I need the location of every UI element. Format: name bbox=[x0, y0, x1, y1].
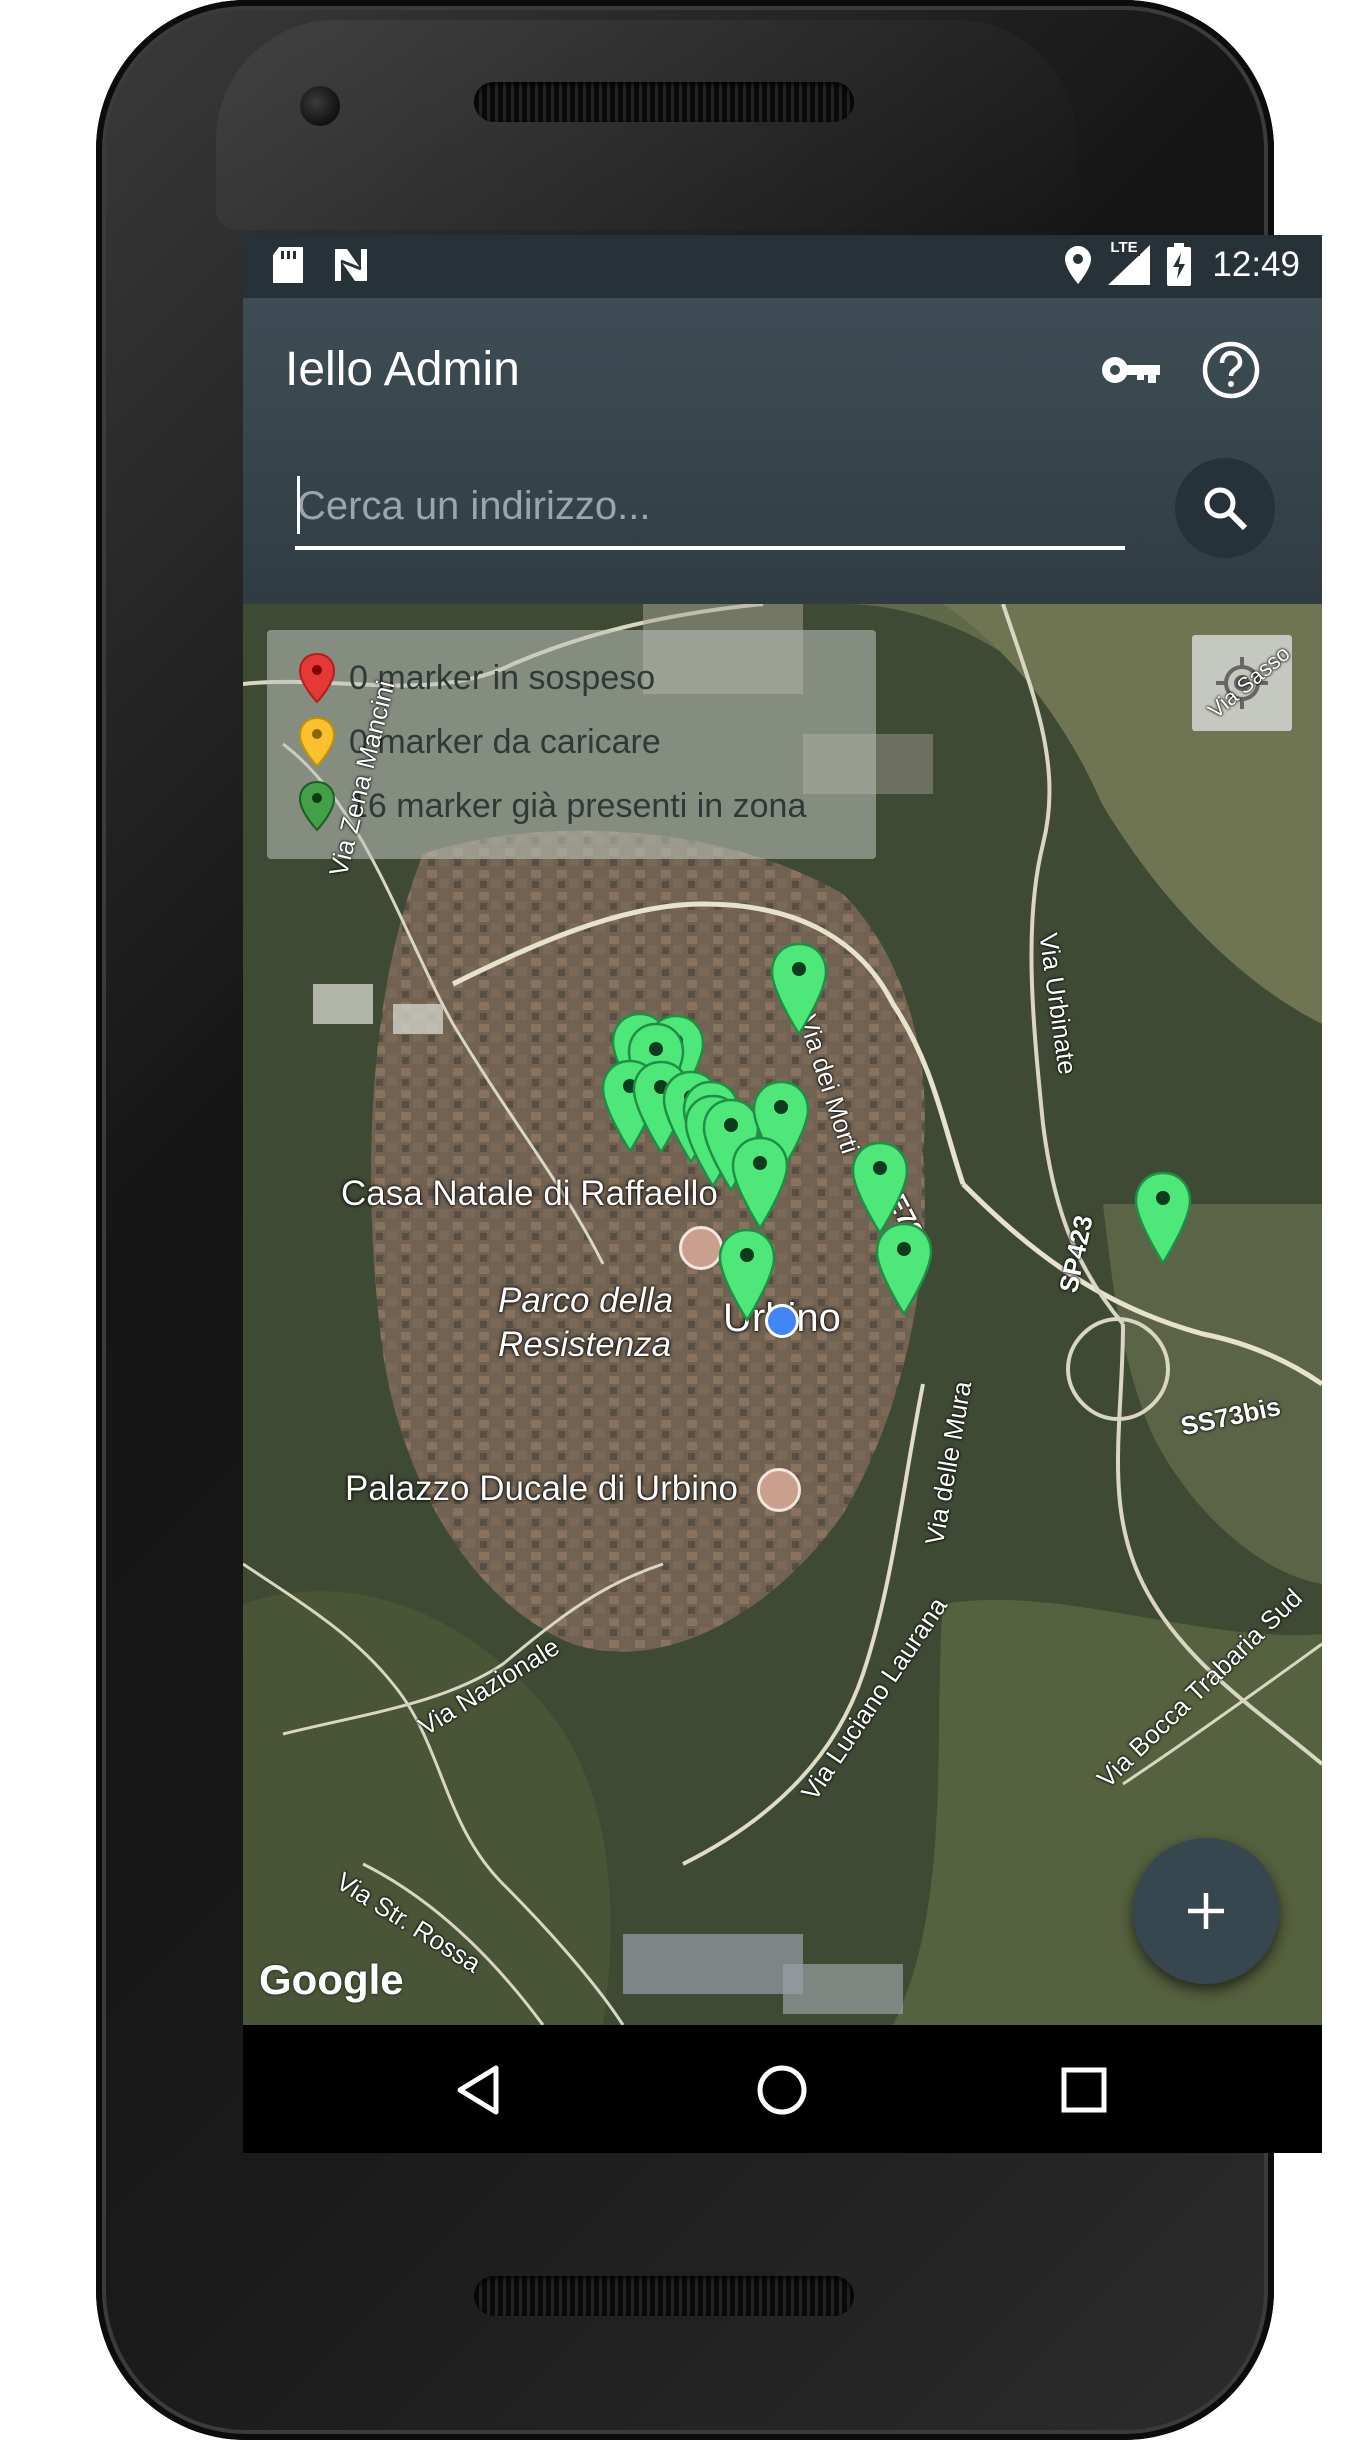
google-attribution: Google bbox=[259, 1956, 404, 2003]
sd-card-icon bbox=[273, 247, 303, 283]
map-marker[interactable] bbox=[874, 1222, 934, 1318]
network-type: LTE bbox=[1108, 239, 1140, 256]
phone-glare bbox=[216, 20, 1076, 230]
legend-label-existing: 16 marker già presenti in zona bbox=[349, 786, 807, 825]
place-label: Palazzo Ducale di Urbino bbox=[345, 1469, 738, 1508]
place-label: Parco della bbox=[498, 1281, 674, 1320]
back-icon bbox=[457, 2065, 499, 2115]
add-marker-button[interactable] bbox=[1133, 1838, 1279, 1984]
n-notification-icon bbox=[335, 249, 367, 281]
museum-icon bbox=[757, 1468, 801, 1512]
location-icon bbox=[1065, 246, 1092, 284]
bottom-speaker bbox=[474, 2276, 854, 2316]
legend-row-pending: 0 marker in sospeso bbox=[297, 652, 655, 704]
text-cursor bbox=[297, 476, 300, 534]
home-icon bbox=[757, 2065, 807, 2115]
green-marker-icon bbox=[298, 780, 336, 832]
search-input[interactable] bbox=[295, 466, 1127, 546]
back-button[interactable] bbox=[443, 2055, 513, 2125]
map-marker[interactable] bbox=[1133, 1171, 1193, 1267]
navigation-bar bbox=[243, 2025, 1322, 2153]
add-icon bbox=[1188, 1893, 1224, 1929]
search-button[interactable] bbox=[1175, 458, 1275, 558]
signal-icon: LTE bbox=[1106, 239, 1152, 287]
search-icon bbox=[1204, 487, 1248, 531]
front-camera bbox=[300, 86, 340, 126]
map-marker[interactable] bbox=[717, 1228, 777, 1324]
map-marker[interactable] bbox=[730, 1136, 790, 1232]
help-icon bbox=[1202, 341, 1260, 399]
recents-icon bbox=[1061, 2067, 1107, 2113]
key-icon bbox=[1102, 357, 1160, 383]
yellow-marker-icon bbox=[298, 716, 336, 768]
top-speaker bbox=[474, 82, 854, 122]
map-view[interactable]: 0 marker in sospeso 0 marker da caricare… bbox=[243, 604, 1322, 2025]
phone-frame: LTE 12:49 Iello Admin Cerca un indirizzo… bbox=[96, 0, 1322, 2440]
home-button[interactable] bbox=[747, 2055, 817, 2125]
help-button[interactable] bbox=[1199, 338, 1263, 402]
place-label: Casa Natale di Raffaello bbox=[341, 1174, 718, 1213]
app-title: Iello Admin bbox=[285, 343, 520, 396]
battery-charging-icon bbox=[1167, 243, 1192, 286]
key-button[interactable] bbox=[1099, 338, 1163, 402]
status-bar: LTE 12:49 bbox=[243, 235, 1322, 298]
screen: LTE 12:49 Iello Admin Cerca un indirizzo… bbox=[243, 235, 1322, 2153]
red-marker-icon bbox=[298, 652, 336, 704]
app-bar: Iello Admin bbox=[243, 298, 1322, 604]
legend-label-to-upload: 0 marker da caricare bbox=[349, 722, 661, 761]
place-label: Resistenza bbox=[498, 1325, 672, 1364]
recents-button[interactable] bbox=[1049, 2055, 1119, 2125]
search-field[interactable] bbox=[295, 466, 1127, 550]
status-time: 12:49 bbox=[1212, 245, 1300, 284]
map-marker[interactable] bbox=[769, 942, 829, 1038]
